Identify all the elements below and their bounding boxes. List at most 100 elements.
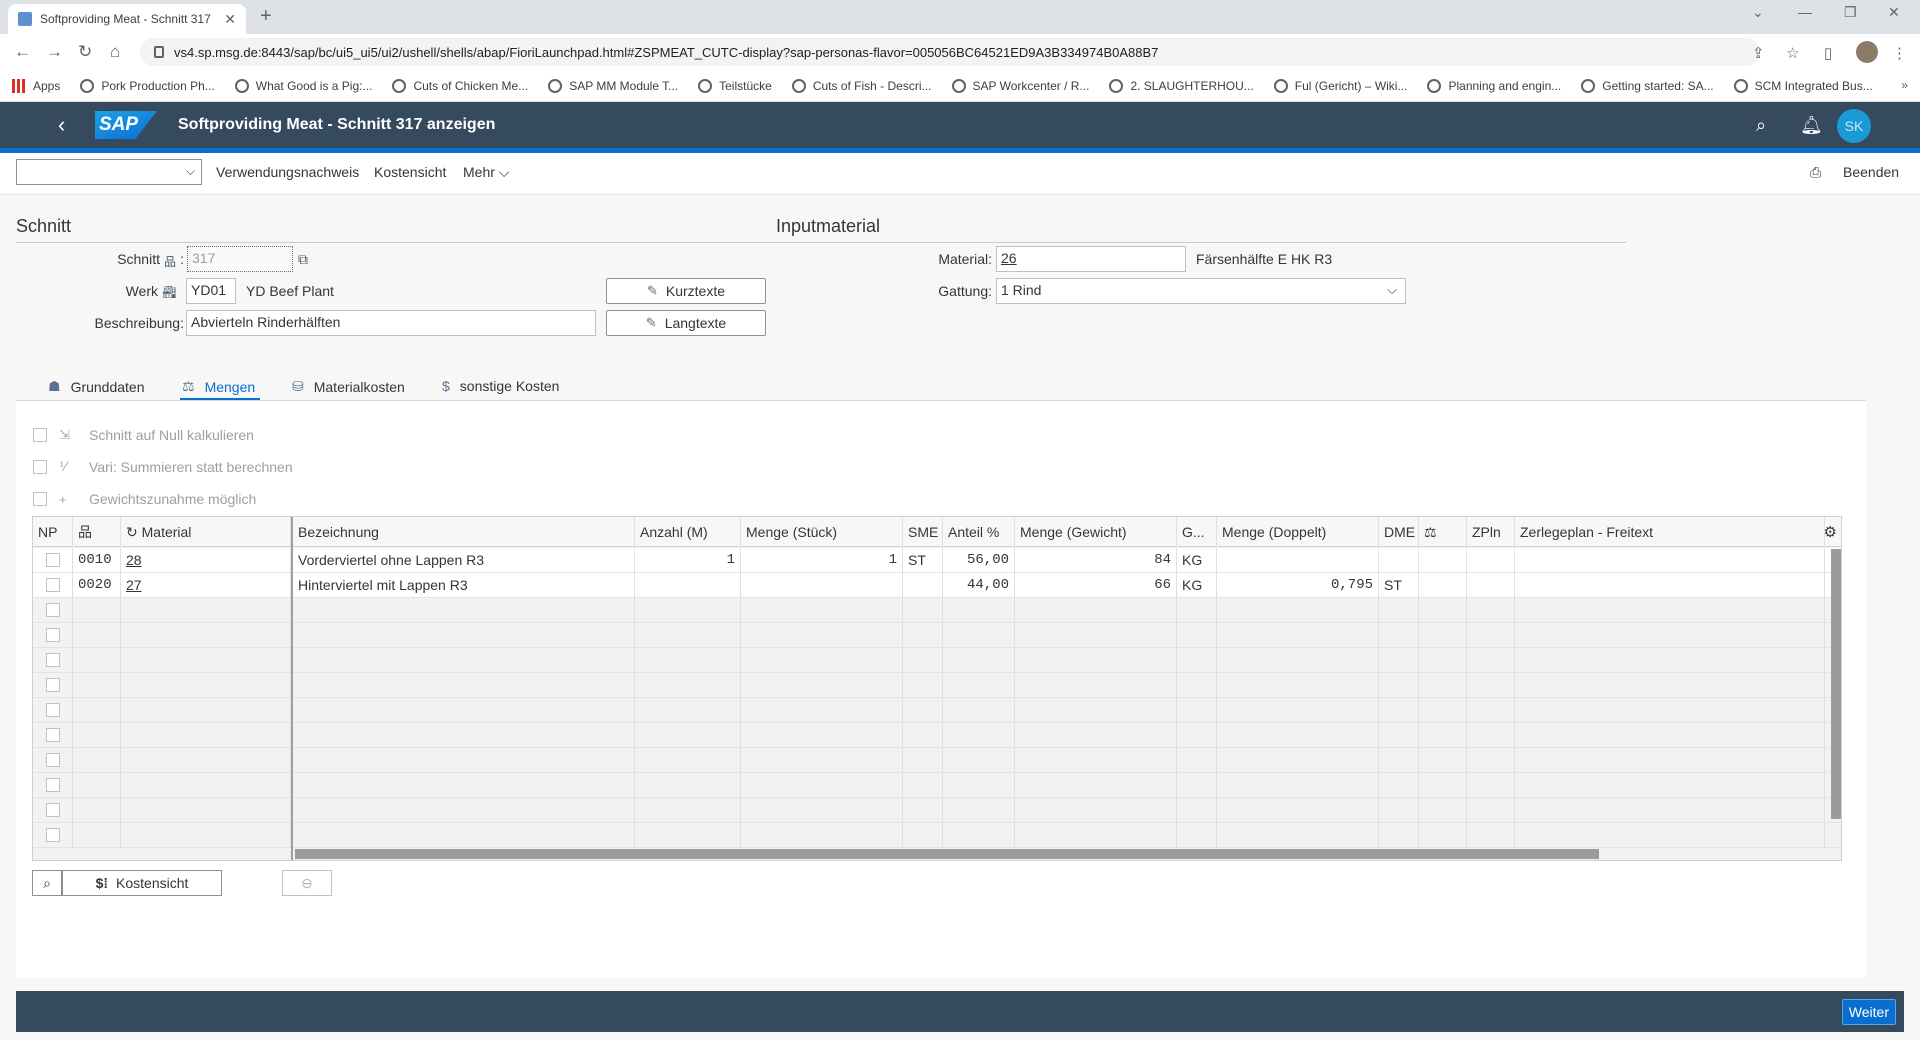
material-link[interactable]: 28 bbox=[126, 552, 142, 568]
beschreibung-field[interactable]: Abvierteln Rinderhälften bbox=[186, 310, 596, 336]
table-row[interactable] bbox=[33, 648, 1841, 673]
col-np[interactable]: NP bbox=[33, 517, 73, 547]
sap-logo[interactable]: SAP bbox=[95, 111, 157, 139]
zoom-button[interactable]: ⌕ bbox=[32, 870, 62, 896]
bookmark-item[interactable]: Teilstücke bbox=[698, 78, 772, 93]
tab-mengen[interactable]: ⚖ Mengen bbox=[182, 378, 255, 395]
notifications-bell-icon[interactable]: 🔔︎ bbox=[1800, 115, 1823, 136]
where-used-button[interactable]: Verwendungsnachweis bbox=[216, 164, 359, 180]
material-cell[interactable]: 28 bbox=[121, 548, 291, 573]
option-null-kalkulieren[interactable]: ⇲ Schnitt auf Null kalkulieren bbox=[33, 427, 254, 443]
checkbox[interactable] bbox=[33, 492, 47, 506]
kurztexte-button[interactable]: ✎ Kurztexte bbox=[606, 278, 766, 304]
col-zpln[interactable]: ZPln bbox=[1467, 517, 1515, 547]
material-link[interactable]: 27 bbox=[126, 577, 142, 593]
shell-back-icon[interactable]: ‹ bbox=[58, 112, 65, 138]
close-window-icon[interactable]: ✕ bbox=[1888, 4, 1900, 21]
table-row[interactable] bbox=[33, 773, 1841, 798]
remove-button[interactable]: ⊖ bbox=[282, 870, 332, 896]
checkbox[interactable] bbox=[33, 460, 47, 474]
schnitt-field[interactable]: 317 bbox=[187, 246, 293, 272]
more-menu-button[interactable]: Mehr ⌵ bbox=[463, 164, 509, 181]
bookmark-item[interactable]: Cuts of Chicken Me... bbox=[392, 78, 528, 93]
browser-menu-icon[interactable]: ⋮ bbox=[1892, 44, 1907, 62]
row-select-checkbox[interactable] bbox=[46, 628, 60, 642]
row-select-checkbox[interactable] bbox=[46, 828, 60, 842]
forward-icon[interactable]: → bbox=[46, 42, 63, 62]
restore-icon[interactable]: ❐ bbox=[1844, 4, 1857, 21]
table-row[interactable] bbox=[33, 698, 1841, 723]
option-gewichtszunahme[interactable]: + Gewichtszunahme möglich bbox=[33, 491, 256, 507]
open-new-window-icon[interactable]: ⧉ bbox=[298, 251, 308, 268]
horizontal-scrollbar[interactable] bbox=[295, 849, 1599, 859]
col-zerlegeplan[interactable]: Zerlegeplan - Freitext bbox=[1515, 517, 1825, 547]
row-select-checkbox[interactable] bbox=[46, 653, 60, 667]
exit-button[interactable]: Beenden bbox=[1843, 164, 1899, 180]
checkbox[interactable] bbox=[33, 428, 47, 442]
col-scale-icon[interactable]: ⚖ bbox=[1419, 517, 1467, 547]
back-icon[interactable]: ← bbox=[14, 42, 31, 62]
minimize-icon[interactable]: — bbox=[1798, 4, 1812, 20]
weiter-button[interactable]: Weiter bbox=[1841, 999, 1896, 1025]
bookmark-item[interactable]: SAP Workcenter / R... bbox=[951, 78, 1089, 93]
material-cell[interactable]: 27 bbox=[121, 573, 291, 598]
tab-sonstige-kosten[interactable]: $ sonstige Kosten bbox=[442, 378, 559, 394]
gattung-select[interactable]: 1 Rind ⌵ bbox=[996, 278, 1406, 304]
col-bezeichnung[interactable]: Bezeichnung bbox=[293, 517, 635, 547]
bookmark-item[interactable]: SAP MM Module T... bbox=[548, 78, 678, 93]
print-icon[interactable]: ⎙ bbox=[1810, 164, 1821, 181]
bookmark-item[interactable]: SCM Integrated Bus... bbox=[1733, 78, 1873, 93]
col-hierarchy-icon[interactable]: 品 bbox=[73, 517, 121, 547]
table-row[interactable] bbox=[33, 598, 1841, 623]
tab-grunddaten[interactable]: ☗ Grunddaten bbox=[48, 378, 145, 395]
col-anzahl[interactable]: Anzahl (M) bbox=[635, 517, 741, 547]
close-tab-icon[interactable]: ✕ bbox=[224, 11, 236, 28]
bookmark-star-icon[interactable]: ☆ bbox=[1786, 44, 1799, 62]
new-tab-icon[interactable]: + bbox=[260, 5, 272, 28]
variant-select[interactable]: ⌵ bbox=[16, 159, 202, 185]
col-menge-stueck[interactable]: Menge (Stück) bbox=[741, 517, 903, 547]
url-field[interactable]: vs4.sp.msg.de:8443/sap/bc/ui5_ui5/ui2/us… bbox=[140, 38, 1760, 66]
tab-search-icon[interactable]: ⌄ bbox=[1752, 4, 1764, 21]
bookmark-item[interactable]: Cuts of Fish - Descri... bbox=[791, 78, 932, 93]
bookmark-item[interactable]: What Good is a Pig:... bbox=[234, 78, 372, 93]
kostensicht-button[interactable]: $⁞ Kostensicht bbox=[62, 870, 222, 896]
table-row[interactable] bbox=[33, 823, 1841, 848]
table-row[interactable] bbox=[33, 673, 1841, 698]
table-row[interactable] bbox=[33, 723, 1841, 748]
row-select-checkbox[interactable] bbox=[46, 553, 60, 567]
home-icon[interactable]: ⌂ bbox=[110, 42, 120, 62]
col-anteil[interactable]: Anteil % bbox=[943, 517, 1015, 547]
col-g[interactable]: G... bbox=[1177, 517, 1217, 547]
row-select-checkbox[interactable] bbox=[46, 778, 60, 792]
user-avatar[interactable]: SK bbox=[1837, 109, 1871, 143]
row-select-checkbox[interactable] bbox=[46, 753, 60, 767]
col-menge-gewicht[interactable]: Menge (Gewicht) bbox=[1015, 517, 1177, 547]
vertical-scrollbar[interactable] bbox=[1831, 549, 1841, 819]
reload-icon[interactable]: ↻ bbox=[78, 42, 92, 62]
werk-field[interactable]: YD01 bbox=[186, 278, 236, 304]
row-select-checkbox[interactable] bbox=[46, 603, 60, 617]
table-row[interactable] bbox=[33, 748, 1841, 773]
browser-tab[interactable]: Softproviding Meat - Schnitt 317 ✕ bbox=[8, 4, 246, 34]
table-row[interactable]: 0020 27 Hinterviertel mit Lappen R3 44,00 66… bbox=[33, 573, 1841, 598]
bookmark-item[interactable]: Planning and engin... bbox=[1427, 78, 1561, 93]
col-material[interactable]: ↻ Material bbox=[121, 517, 291, 547]
table-row[interactable]: 0010 28 Vorderviertel ohne Lappen R3 1 1 ST 56… bbox=[33, 548, 1841, 573]
row-select-checkbox[interactable] bbox=[46, 803, 60, 817]
col-menge-doppelt[interactable]: Menge (Doppelt) bbox=[1217, 517, 1379, 547]
profile-avatar[interactable] bbox=[1856, 41, 1878, 63]
cost-view-button[interactable]: Kostensicht bbox=[374, 164, 446, 180]
row-select-checkbox[interactable] bbox=[46, 728, 60, 742]
row-select-checkbox[interactable] bbox=[46, 678, 60, 692]
share-icon[interactable]: ⇪ bbox=[1752, 44, 1765, 62]
col-dme[interactable]: DME bbox=[1379, 517, 1419, 547]
bookmark-item[interactable]: Pork Production Ph... bbox=[80, 78, 215, 93]
bookmarks-overflow-icon[interactable]: » bbox=[1901, 78, 1908, 92]
option-summieren[interactable]: ⅟ Vari: Summieren statt berechnen bbox=[33, 459, 293, 475]
row-select-checkbox[interactable] bbox=[46, 703, 60, 717]
side-panel-icon[interactable]: ▯ bbox=[1824, 44, 1832, 62]
bookmark-apps[interactable]: Apps bbox=[12, 78, 60, 93]
table-row[interactable] bbox=[33, 623, 1841, 648]
col-sme[interactable]: SME bbox=[903, 517, 943, 547]
